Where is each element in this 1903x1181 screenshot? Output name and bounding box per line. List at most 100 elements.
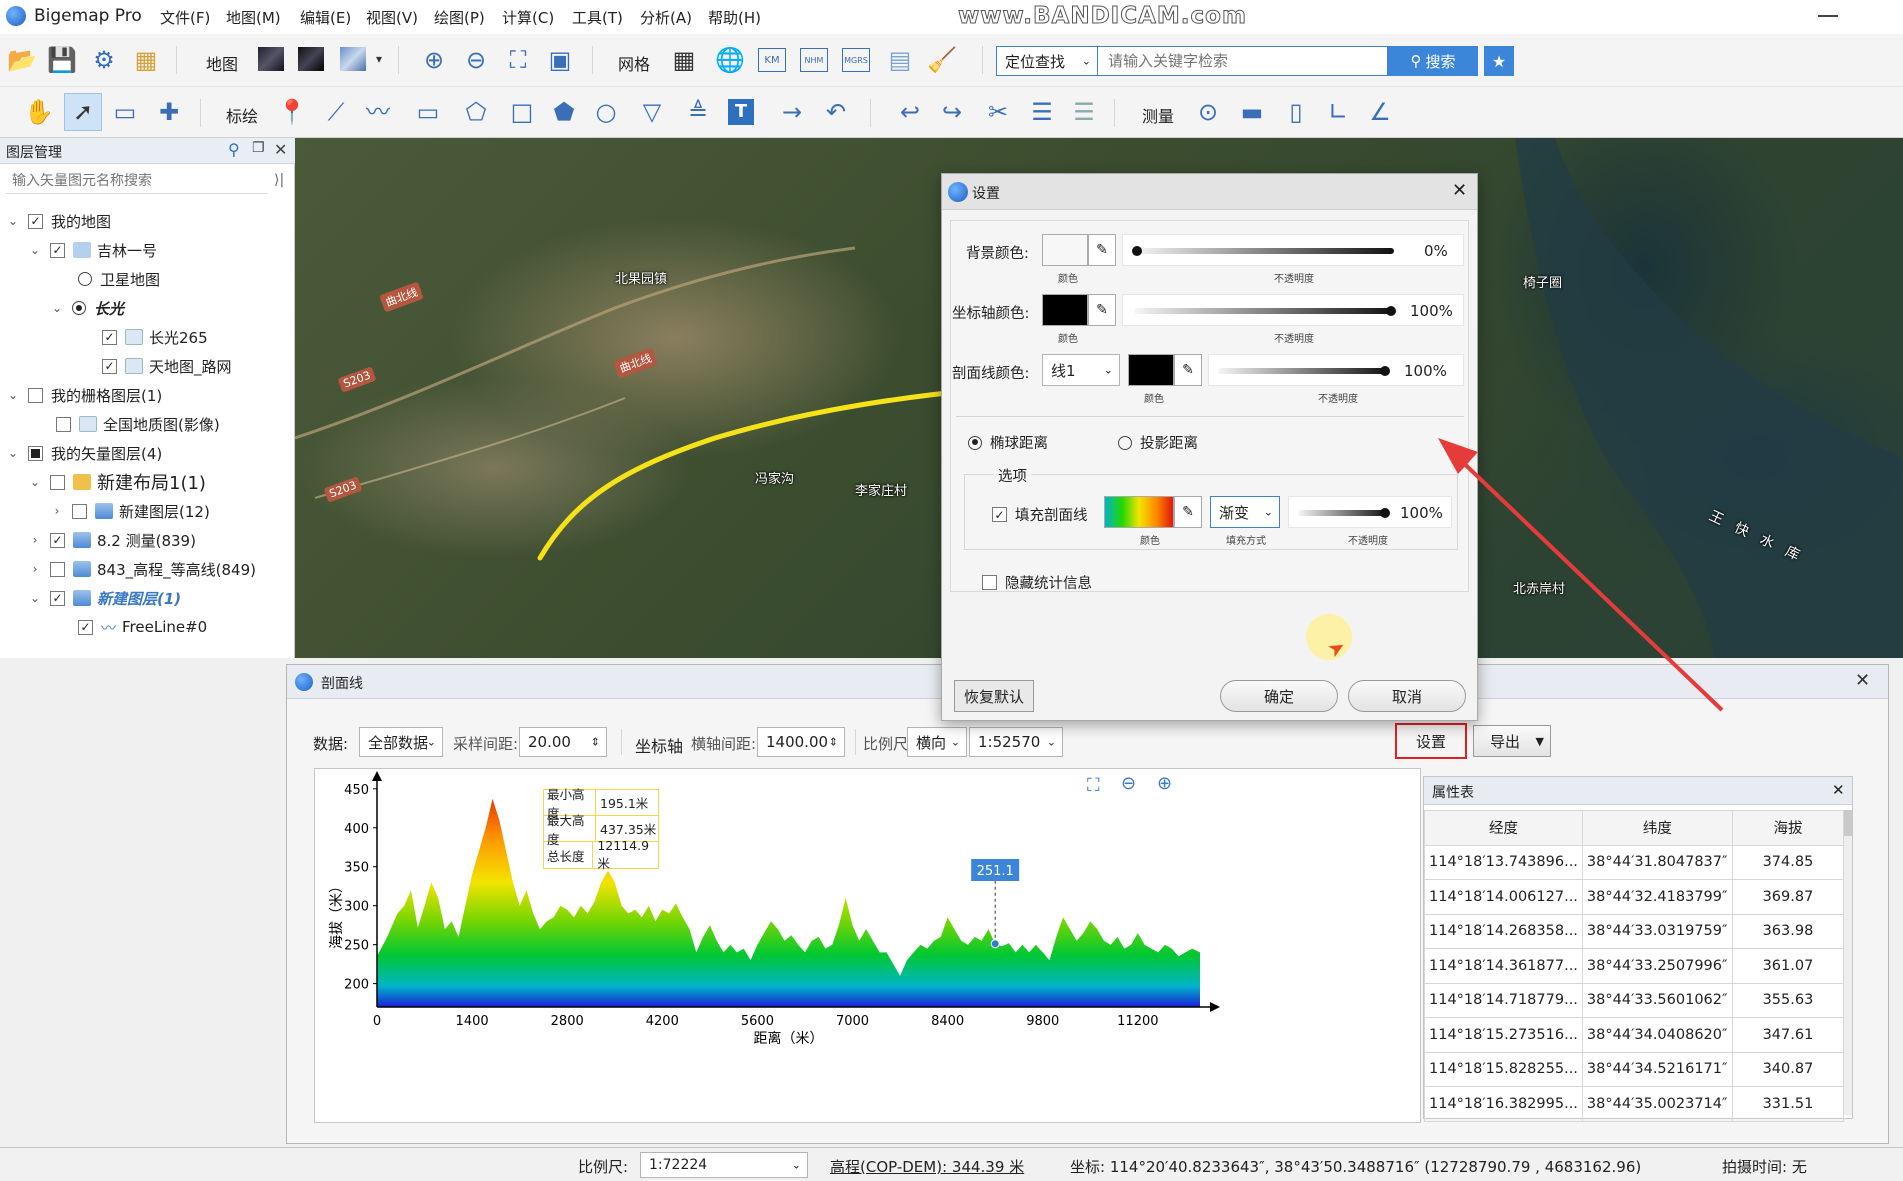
list-doc-icon[interactable]: ☰ xyxy=(1026,95,1058,129)
marker-pin-icon[interactable]: 📍 xyxy=(276,95,308,129)
column-header[interactable]: 海拔 xyxy=(1731,810,1845,846)
checkbox[interactable]: ✓ xyxy=(50,532,65,548)
checkbox[interactable]: ✓ xyxy=(78,619,93,635)
expand-icon[interactable]: › xyxy=(50,504,64,518)
clear-icon[interactable]: 🧹 xyxy=(926,44,958,76)
search-button[interactable]: ⚲ 搜索 xyxy=(1388,46,1478,76)
status-scale-select[interactable]: 1:72224 ⌄ xyxy=(640,1152,808,1178)
pentagon-icon[interactable]: ⬟ xyxy=(548,95,580,129)
eyedropper-icon[interactable]: ✎ xyxy=(1088,234,1116,266)
tree-item-contour[interactable]: › 843_高程_等高线(849) xyxy=(28,556,256,582)
fill-mode-select[interactable]: 渐变 ⌄ xyxy=(1210,496,1280,528)
menu-edit[interactable]: 编辑(E) xyxy=(300,7,351,28)
column-header[interactable]: 经度 xyxy=(1424,810,1583,846)
collapse-icon[interactable]: ⌄ xyxy=(28,591,42,605)
menu-map[interactable]: 地图(M) xyxy=(226,7,281,28)
menu-draw[interactable]: 绘图(P) xyxy=(434,7,485,28)
tree-item-vector[interactable]: ⌄ 我的矢量图层(4) xyxy=(6,440,162,466)
save-icon[interactable]: 💾 xyxy=(46,44,78,76)
profile-opacity-slider[interactable] xyxy=(1218,366,1390,376)
freehand-line-icon[interactable]: 〰 xyxy=(362,95,394,129)
table-scrollbar[interactable] xyxy=(1844,810,1852,1115)
measure-point-icon[interactable]: ⊙ xyxy=(1192,95,1224,129)
ellipsoid-distance-radio[interactable]: 椭球距离 xyxy=(968,432,1048,453)
square-icon[interactable]: □ xyxy=(506,95,538,129)
table-row[interactable]: 114°18′15.273516... 38°44′34.0408620″ 347.… xyxy=(1424,1017,1845,1053)
screen-select-icon[interactable]: ▭ xyxy=(108,95,142,129)
zoom-out-icon[interactable]: ⊖ xyxy=(460,44,492,76)
image-icon[interactable]: ▦ xyxy=(130,44,162,76)
projected-distance-radio[interactable]: 投影距离 xyxy=(1118,432,1198,453)
zoom-out-icon[interactable]: ⊖ xyxy=(1121,773,1136,794)
tree-item-measure[interactable]: › ✓ 8.2 测量(839) xyxy=(28,527,196,553)
zoom-in-icon[interactable]: ⊕ xyxy=(418,44,450,76)
expand-icon[interactable]: › xyxy=(28,533,42,547)
eyedropper-icon[interactable]: ✎ xyxy=(1088,294,1116,326)
tree-item-jilin[interactable]: ⌄ ✓ 吉林一号 xyxy=(28,237,157,263)
profile-color-swatch[interactable] xyxy=(1128,354,1174,386)
undo-icon[interactable]: ↩ xyxy=(894,95,926,129)
favorite-star-icon[interactable]: ★ xyxy=(1484,46,1514,76)
menu-calc[interactable]: 计算(C) xyxy=(502,7,554,28)
bg-color-swatch[interactable] xyxy=(1042,234,1088,266)
layer-export-icon[interactable]: ▤ xyxy=(884,44,916,76)
circle-icon[interactable]: ○ xyxy=(590,95,622,129)
close-icon[interactable]: ✕ xyxy=(1855,670,1870,691)
tree-item-newlayer12[interactable]: › 新建图层(12) xyxy=(50,498,210,524)
checkbox[interactable]: ✓ xyxy=(102,329,117,345)
satellite-map-icon[interactable] xyxy=(258,47,284,71)
orient-select[interactable]: 横向 ⌄ xyxy=(907,727,967,757)
tree-item-layout[interactable]: ⌄ 新建布局1(1) xyxy=(28,469,206,495)
polyline-icon[interactable]: ⟋ xyxy=(320,95,352,129)
h-interval-spinner[interactable]: 1400.00 ⇕ xyxy=(757,727,845,757)
profile-line-select[interactable]: 线1 ⌄ xyxy=(1042,354,1120,386)
fill-gradient-swatch[interactable] xyxy=(1104,496,1174,528)
select-pointer-icon[interactable]: ➚ xyxy=(64,93,102,131)
radio[interactable] xyxy=(72,301,86,315)
table-row[interactable]: 114°18′14.268358... 38°44′33.0319759″ 363.… xyxy=(1424,913,1845,949)
data-select[interactable]: 全部数据 ⌄ xyxy=(359,727,443,757)
column-header[interactable]: 纬度 xyxy=(1581,810,1733,846)
sector-icon[interactable]: ▽ xyxy=(636,95,668,129)
tree-item-geology[interactable]: 全国地质图(影像) xyxy=(56,411,220,437)
export-button[interactable]: 导出 ▼ xyxy=(1473,725,1551,757)
menu-file[interactable]: 文件(F) xyxy=(160,7,210,28)
bg-opacity-slider[interactable] xyxy=(1132,246,1394,256)
collapse-panel-icon[interactable]: ⟩| xyxy=(274,172,284,188)
menu-tools[interactable]: 工具(T) xyxy=(572,7,623,28)
table-row[interactable]: 114°18′14.361877... 38°44′33.2507996″ 361.… xyxy=(1424,948,1845,984)
close-icon[interactable]: ✕ xyxy=(1452,180,1467,201)
open-folder-icon[interactable]: 📂 xyxy=(6,44,38,76)
measure-length-icon[interactable]: ▬ xyxy=(1236,95,1268,129)
tree-item-changguang[interactable]: ⌄ 长光 xyxy=(50,295,124,321)
hide-stats-checkbox[interactable]: 隐藏统计信息 xyxy=(982,572,1092,593)
collapse-icon[interactable]: ⌄ xyxy=(50,301,64,315)
table-row[interactable]: 114°18′16.382995... 38°44′35.0023714″ 331.… xyxy=(1424,1086,1845,1122)
tree-item-newlayer1[interactable]: ⌄ ✓ 新建图层(1) xyxy=(28,585,181,611)
locate-select[interactable]: 定位查找 ⌄ xyxy=(996,46,1098,76)
rectangle-icon[interactable]: ▭ xyxy=(412,95,444,129)
layer-search-icon[interactable]: ⚲ xyxy=(228,140,240,159)
fit-view-icon[interactable]: ⛶ xyxy=(1087,775,1100,796)
checkbox[interactable] xyxy=(56,416,71,432)
pick-info-icon[interactable]: ✚ xyxy=(152,95,186,129)
table-row[interactable]: 114°18′15.828255... 38°44′34.5216171″ 340.… xyxy=(1424,1051,1845,1087)
settings-gear-icon[interactable]: ⚙ xyxy=(88,44,120,76)
sample-spinner[interactable]: 20.00 ⇕ xyxy=(519,727,607,757)
checkbox[interactable] xyxy=(28,387,43,403)
axis-opacity-slider[interactable] xyxy=(1134,306,1396,316)
measure-angle-icon[interactable]: ∠ xyxy=(1364,95,1396,129)
cancel-button[interactable]: 取消 xyxy=(1348,680,1466,712)
collapse-icon[interactable]: ⌄ xyxy=(6,214,20,228)
text-tool-icon[interactable]: T xyxy=(728,99,754,125)
eyedropper-icon[interactable]: ✎ xyxy=(1174,354,1202,386)
tree-item-freeline[interactable]: ✓ 〰 FreeLine#0 xyxy=(78,614,207,640)
polygon-icon[interactable]: ⬠ xyxy=(460,95,492,129)
terrain-map-icon[interactable] xyxy=(340,47,366,71)
measure-height-icon[interactable]: ∟ xyxy=(1322,95,1354,129)
scale-select[interactable]: 1:52570 ⌄ xyxy=(969,727,1063,757)
eyedropper-icon[interactable]: ✎ xyxy=(1174,496,1202,528)
expand-icon[interactable]: › xyxy=(28,562,42,576)
checkbox[interactable] xyxy=(72,503,87,519)
zoom-in-icon[interactable]: ⊕ xyxy=(1157,773,1172,794)
